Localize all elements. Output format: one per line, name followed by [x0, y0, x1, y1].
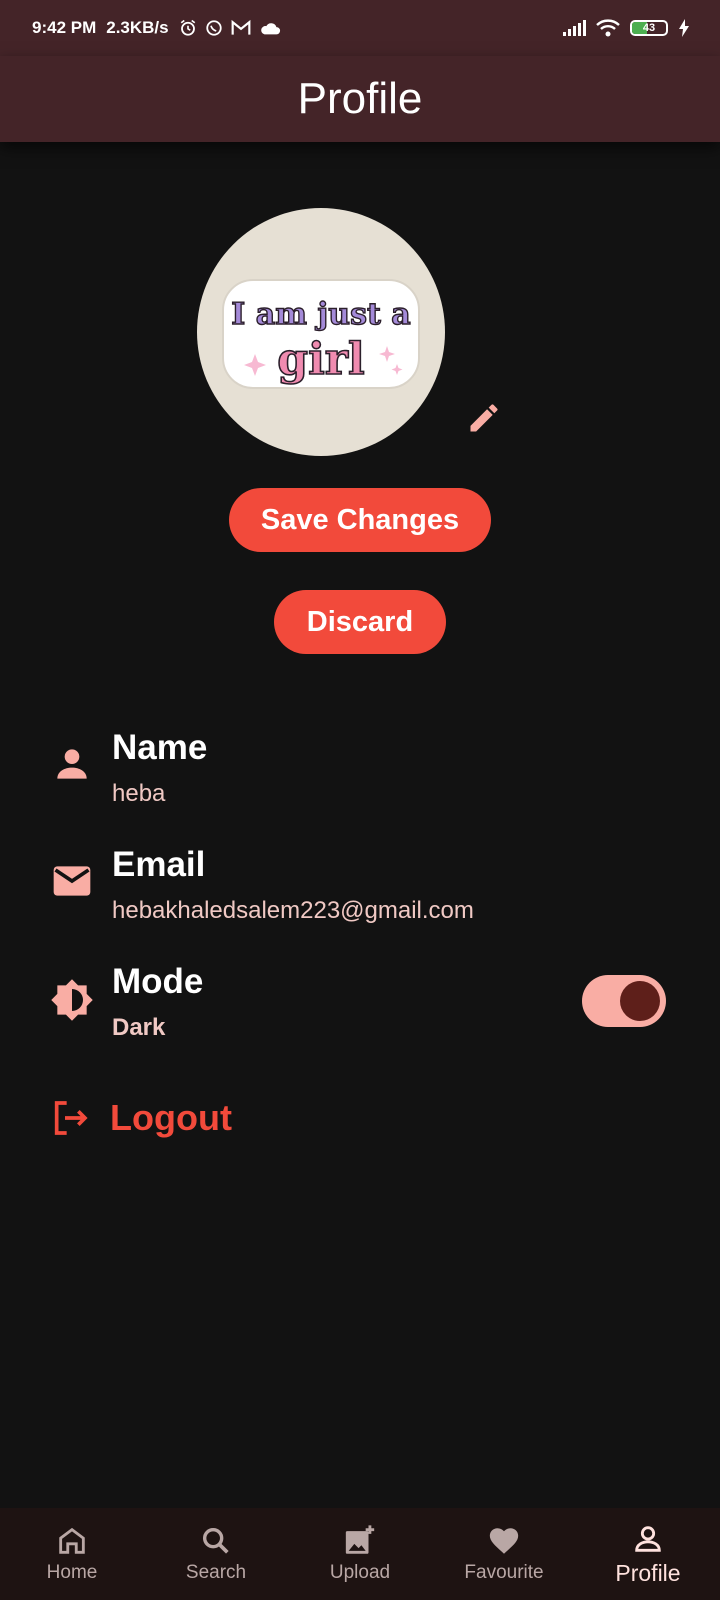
page-title: Profile: [297, 74, 423, 123]
mode-value: Dark: [112, 1014, 166, 1041]
cloud-icon: [260, 23, 280, 35]
dark-mode-toggle[interactable]: [582, 975, 666, 1027]
alarm-icon: [180, 19, 195, 36]
mode-label: Mode: [112, 962, 204, 1001]
name-value: heba: [112, 780, 166, 807]
discard-button[interactable]: Discard: [274, 590, 446, 654]
status-bar: 9:42 PM 2.3KB/s 43: [0, 0, 720, 56]
logout-label: Logout: [110, 1097, 232, 1138]
avatar[interactable]: I am just a girl: [197, 208, 445, 456]
edit-pencil-icon[interactable]: [466, 400, 502, 436]
nav-label-profile: Profile: [615, 1559, 681, 1586]
add-photo-icon: [345, 1525, 375, 1554]
avatar-sticker-image: I am just a girl: [222, 279, 420, 389]
nav-label-search: Search: [185, 1562, 247, 1583]
logout-button[interactable]: Logout: [50, 1093, 232, 1143]
nav-label-favourite: Favourite: [464, 1562, 544, 1583]
sticker-text-line1: I am just a: [231, 297, 410, 332]
charging-icon: [679, 19, 689, 37]
gmail-icon: [231, 19, 251, 35]
nav-label-home: Home: [46, 1562, 98, 1583]
avatar-container[interactable]: I am just a girl: [197, 208, 445, 456]
app-bar: Profile: [0, 56, 720, 142]
nav-label-upload: Upload: [329, 1562, 391, 1583]
nav-item-upload[interactable]: Upload: [288, 1508, 432, 1600]
toggle-knob: [620, 981, 660, 1021]
heart-icon: [489, 1528, 519, 1554]
nav-item-profile[interactable]: Profile: [576, 1508, 720, 1600]
status-time: 9:42 PM: [32, 18, 97, 37]
email-value: hebakhaledsalem223@gmail.com: [112, 897, 474, 924]
battery-icon: 43: [630, 20, 668, 36]
profile-email-row: Email hebakhaledsalem223@gmail.com: [0, 845, 720, 935]
search-icon: [202, 1527, 229, 1554]
nav-item-favourite[interactable]: Favourite: [432, 1508, 576, 1600]
battery-level: 43: [642, 22, 656, 34]
person-outline-icon: [635, 1525, 661, 1552]
email-label: Email: [112, 845, 206, 884]
name-label: Name: [112, 728, 208, 767]
person-icon: [57, 749, 87, 779]
profile-name-row: Name heba: [0, 728, 720, 818]
signal-icon: [563, 20, 586, 36]
home-icon: [59, 1527, 85, 1554]
status-net-speed: 2.3KB/s: [106, 18, 169, 37]
nav-item-home[interactable]: Home: [0, 1508, 144, 1600]
sticker-text-line2: girl: [277, 334, 364, 385]
save-changes-button[interactable]: Save Changes: [229, 488, 491, 552]
whatsapp-icon: [205, 20, 222, 36]
nav-item-search[interactable]: Search: [144, 1508, 288, 1600]
logout-icon: [54, 1101, 88, 1135]
mail-icon: [53, 866, 91, 896]
brightness-icon: [51, 979, 93, 1021]
bottom-navigation: Home Search Upload Favourite Profile: [0, 1508, 720, 1600]
wifi-icon: [596, 19, 620, 37]
